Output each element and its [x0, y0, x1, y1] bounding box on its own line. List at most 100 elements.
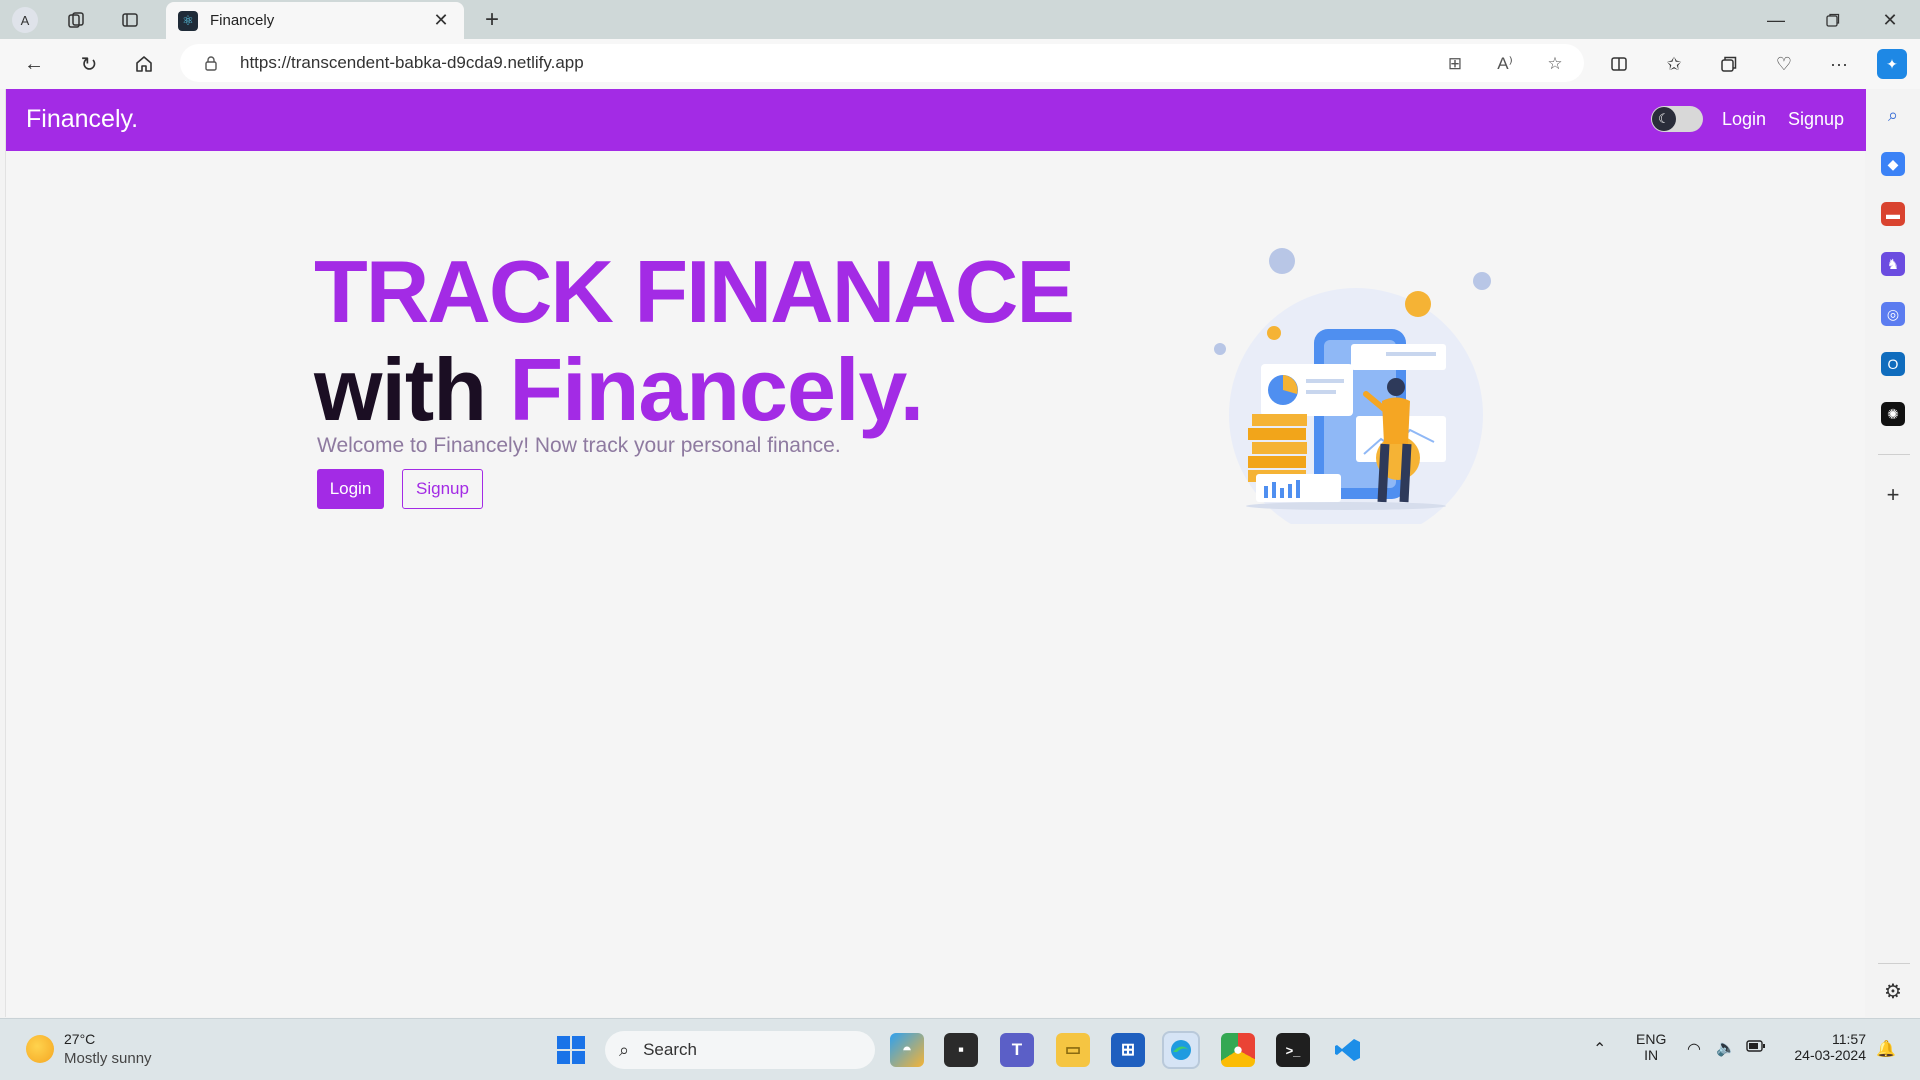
sidebar-divider [1878, 454, 1910, 455]
page-viewport: Financely. ☾ Login Signup TRACK FINANACE… [5, 89, 1866, 1017]
browser-title-bar: A ⚛ Financely ✕ + — ✕ [0, 0, 1920, 39]
decor-dot [1405, 291, 1431, 317]
coin-stack [1248, 428, 1306, 440]
weather-temperature[interactable]: 27°C [64, 1031, 95, 1047]
moon-icon: ☾ [1652, 107, 1676, 131]
language-indicator[interactable]: ENG IN [1636, 1031, 1666, 1063]
games-icon[interactable]: ♞ [1881, 252, 1905, 276]
tab-title: Financely [210, 12, 275, 29]
show-hidden-icons-chevron[interactable]: ⌃ [1593, 1039, 1606, 1059]
coin-stack [1252, 442, 1307, 454]
mini-bar [1264, 486, 1268, 498]
region-code: IN [1644, 1047, 1659, 1063]
collections-icon[interactable] [1714, 49, 1744, 79]
weather-description[interactable]: Mostly sunny [64, 1050, 152, 1067]
decor-dot [1214, 343, 1226, 355]
task-view-app-icon[interactable]: ▪ [944, 1033, 978, 1067]
mini-bar [1272, 482, 1276, 498]
add-icon[interactable]: + [1881, 482, 1905, 507]
windows-start-icon[interactable] [554, 1033, 588, 1067]
shopping-tag-icon[interactable]: ◆ [1881, 152, 1905, 176]
microsoft-store-app-icon[interactable]: ⊞ [1111, 1033, 1145, 1067]
edge-sidebar: ⌕ ◆ ▬ ♞ ◎ O ✺ + ⚙ [1866, 89, 1920, 1018]
lock-icon[interactable] [202, 54, 220, 72]
address-bar[interactable]: https://transcendent-babka-d9cda9.netlif… [180, 44, 1584, 82]
decor-dot [1267, 326, 1281, 340]
microsoft-365-icon[interactable]: ◎ [1881, 302, 1905, 326]
sidebar-divider [1878, 963, 1910, 964]
hero-login-button[interactable]: Login [317, 469, 384, 509]
copilot-icon[interactable]: ✦ [1877, 49, 1907, 79]
hero-subtitle: Welcome to Financely! Now track your per… [317, 434, 841, 457]
browser-toolbar: ← ↻ https://transcendent-babka-d9cda9.ne… [0, 39, 1920, 89]
nav-signup-link[interactable]: Signup [1788, 109, 1844, 130]
copilot-preview-app-icon[interactable]: ◓ [890, 1033, 924, 1067]
hero-signup-button[interactable]: Signup [402, 469, 483, 509]
refresh-icon[interactable]: ↻ [73, 49, 105, 79]
hero-title-line-2: with Financely. [314, 339, 924, 441]
person-body [1382, 397, 1410, 444]
brand-logo[interactable]: Financely. [26, 105, 138, 134]
tools-icon[interactable]: ▬ [1881, 202, 1905, 226]
terminal-app-icon[interactable]: >_ [1276, 1033, 1310, 1067]
tab-actions-icon[interactable] [116, 6, 144, 34]
theme-toggle[interactable]: ☾ [1651, 106, 1703, 132]
decor-dot [1473, 272, 1491, 290]
clock[interactable]: 11:57 24-03-2024 [1786, 1031, 1866, 1063]
outlook-icon[interactable]: O [1881, 352, 1905, 376]
settings-gear-icon[interactable]: ⚙ [1881, 979, 1905, 1003]
notification-bell-icon[interactable]: 🔔 [1876, 1039, 1896, 1059]
hero-title-prefix: with [314, 340, 510, 439]
finance-illustration [1214, 248, 1491, 524]
clock-date: 24-03-2024 [1794, 1047, 1866, 1063]
url-text[interactable]: https://transcendent-babka-d9cda9.netlif… [240, 53, 584, 73]
chrome-app-icon[interactable]: ● [1221, 1033, 1255, 1067]
volume-icon[interactable]: 🔈 [1716, 1038, 1736, 1058]
taskbar-search-box[interactable]: ⌕ Search [605, 1031, 875, 1069]
minimize-icon[interactable]: — [1756, 6, 1796, 34]
mini-bar [1280, 488, 1284, 498]
sunny-weather-icon[interactable] [26, 1035, 54, 1063]
profile-avatar[interactable]: A [12, 7, 38, 33]
hero-title-line-1: TRACK FINANACE [314, 242, 1075, 341]
app-available-icon[interactable]: ⊞ [1442, 53, 1468, 75]
close-tab-icon[interactable]: ✕ [430, 10, 452, 31]
chatgpt-icon[interactable]: ✺ [1881, 402, 1905, 426]
restore-icon[interactable] [1813, 6, 1853, 34]
back-icon[interactable]: ← [18, 49, 50, 79]
card-line [1306, 390, 1336, 394]
edge-browser-app-icon[interactable] [1162, 1031, 1200, 1069]
teams-app-icon[interactable]: T [1000, 1033, 1034, 1067]
card-line [1306, 379, 1344, 383]
wifi-icon[interactable]: ◠ [1687, 1039, 1701, 1059]
file-explorer-app-icon[interactable]: ▭ [1056, 1033, 1090, 1067]
mini-bar [1288, 484, 1292, 498]
browser-essentials-icon[interactable]: ♡ [1769, 49, 1799, 79]
language-code: ENG [1636, 1031, 1667, 1047]
taskbar-search-label: Search [643, 1040, 697, 1059]
read-aloud-icon[interactable]: A⁾ [1492, 53, 1518, 75]
ground-shadow [1246, 502, 1446, 510]
nav-login-link[interactable]: Login [1722, 109, 1766, 130]
coin-stack [1248, 456, 1306, 468]
search-icon[interactable]: ⌕ [1881, 103, 1905, 127]
workspaces-icon[interactable] [62, 6, 90, 34]
favorite-star-icon[interactable]: ☆ [1542, 53, 1568, 75]
react-icon: ⚛ [178, 10, 198, 31]
battery-icon[interactable] [1746, 1039, 1766, 1056]
clock-time: 11:57 [1832, 1031, 1866, 1047]
split-screen-icon[interactable] [1604, 49, 1634, 79]
mini-bar [1296, 480, 1300, 498]
more-options-icon[interactable]: ··· [1824, 49, 1854, 79]
app-navbar: Financely. ☾ Login Signup [6, 89, 1866, 151]
new-tab-button[interactable]: + [478, 6, 506, 34]
windows-taskbar: 27°C Mostly sunny ⌕ Search ◓ ▪ T ▭ ⊞ ● >… [0, 1018, 1920, 1080]
decor-dot [1269, 248, 1295, 274]
info-card [1351, 344, 1446, 370]
tab-financely[interactable]: ⚛ Financely ✕ [166, 2, 464, 39]
card-line [1386, 352, 1436, 356]
vscode-app-icon[interactable] [1331, 1033, 1365, 1067]
favorites-icon[interactable]: ✩ [1659, 49, 1689, 79]
home-icon[interactable] [128, 49, 160, 79]
close-window-icon[interactable]: ✕ [1870, 6, 1910, 34]
